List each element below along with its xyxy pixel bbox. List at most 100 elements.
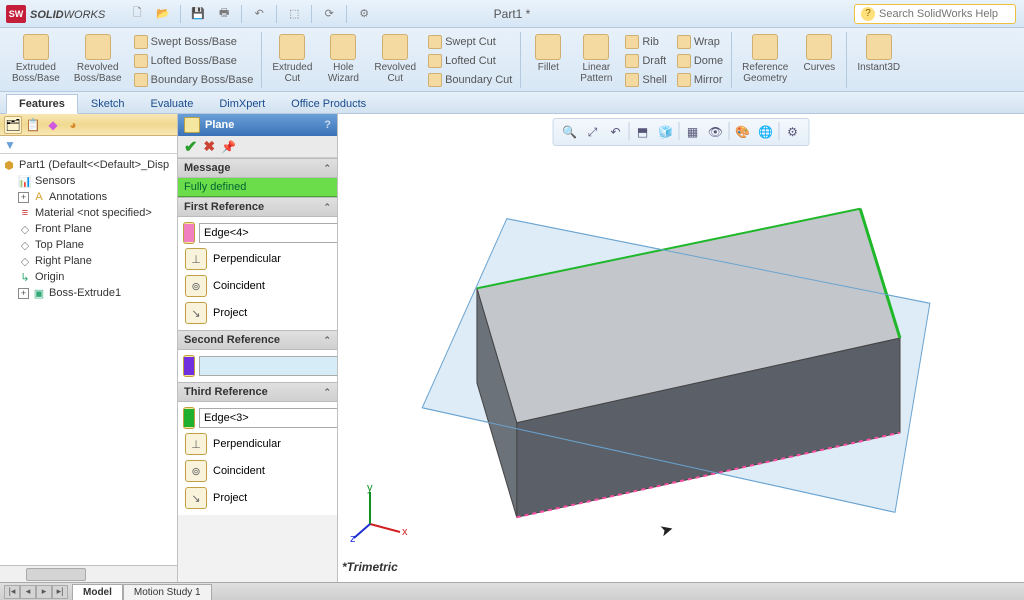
mirror-button[interactable]: Mirror	[677, 73, 723, 87]
appearance-icon[interactable]: 🎨	[733, 122, 753, 142]
wrap-button[interactable]: Wrap	[677, 35, 723, 49]
search-help-input[interactable]	[879, 8, 1009, 20]
tree-top-plane[interactable]: ◇Top Plane	[2, 237, 175, 253]
ref3-selection[interactable]	[183, 407, 332, 429]
graphics-viewport[interactable]: 🔍 ⤢ ↶ ⬒ 🧊 ▦ 👁 🎨 🌐 ⚙	[338, 114, 1024, 582]
draft-button[interactable]: Draft	[625, 54, 666, 68]
options-icon[interactable]: ⚙	[352, 3, 376, 25]
select-icon[interactable]: ⬚	[282, 3, 306, 25]
tab-features[interactable]: Features	[6, 94, 78, 114]
ref2-input[interactable]	[199, 356, 338, 376]
zoom-area-icon[interactable]: ⤢	[583, 122, 603, 142]
ref3-project[interactable]: ↘Project	[183, 486, 332, 510]
boundary-boss-button[interactable]: Boundary Boss/Base	[134, 73, 254, 87]
tree-root[interactable]: ⬢Part1 (Default<<Default>_Disp	[2, 157, 175, 173]
perp-icon: ⊥	[185, 433, 207, 455]
print-icon[interactable]: 🖶	[212, 3, 236, 25]
tree-material[interactable]: ≡Material <not specified>	[2, 205, 175, 221]
lofted-boss-button[interactable]: Lofted Boss/Base	[134, 54, 254, 68]
ref1-icon	[183, 222, 195, 244]
feature-tree[interactable]: ⬢Part1 (Default<<Default>_Disp 📊Sensors …	[0, 154, 177, 565]
tree-front-plane[interactable]: ◇Front Plane	[2, 221, 175, 237]
rib-button[interactable]: Rib	[625, 35, 666, 49]
ref3-coincident[interactable]: ⊚Coincident	[183, 459, 332, 483]
tab-dimxpert[interactable]: DimXpert	[206, 94, 278, 113]
curves-button[interactable]: Curves	[796, 32, 842, 75]
ok-icon[interactable]: ✔	[184, 137, 197, 157]
tab-office-products[interactable]: Office Products	[278, 94, 379, 113]
tab-sketch[interactable]: Sketch	[78, 94, 138, 113]
extruded-cut-button[interactable]: Extruded Cut	[266, 32, 318, 86]
boundary-cut-button[interactable]: Boundary Cut	[428, 73, 512, 87]
display-style-icon[interactable]: ▦	[683, 122, 703, 142]
pm-ref3-header[interactable]: Third Reference⌃	[178, 382, 337, 402]
dome-button[interactable]: Dome	[677, 54, 723, 68]
tree-boss-extrude[interactable]: +▣Boss-Extrude1	[2, 285, 175, 301]
ref1-perpendicular[interactable]: ⊥Perpendicular	[183, 247, 332, 271]
open-icon[interactable]: 📂	[151, 3, 175, 25]
ref3-icon	[183, 407, 195, 429]
ref3-input[interactable]	[199, 408, 338, 428]
ref1-coincident[interactable]: ⊚Coincident	[183, 274, 332, 298]
property-manager-panel: Plane ? ✔ ✖ 📌 Message⌃ Fully defined Fir…	[178, 114, 338, 582]
rebuild-icon[interactable]: ⟳	[317, 3, 341, 25]
swept-cut-button[interactable]: Swept Cut	[428, 35, 512, 49]
revolved-boss-button[interactable]: Revolved Boss/Base	[68, 32, 128, 86]
svg-text:y: y	[367, 484, 373, 494]
view-settings-icon[interactable]: ⚙	[783, 122, 803, 142]
bottom-tab-motion[interactable]: Motion Study 1	[123, 584, 212, 600]
revolved-cut-button[interactable]: Revolved Cut	[368, 32, 422, 86]
last-tab-icon[interactable]: ▸|	[52, 585, 68, 599]
next-tab-icon[interactable]: ▸	[36, 585, 52, 599]
shell-button[interactable]: Shell	[625, 73, 666, 87]
search-help[interactable]: ?	[854, 4, 1016, 24]
fm-tab-tree-icon[interactable]: 🗂	[4, 116, 22, 134]
view-orient-icon[interactable]: 🧊	[656, 122, 676, 142]
pm-message-header[interactable]: Message⌃	[178, 158, 337, 178]
hide-show-icon[interactable]: 👁	[706, 122, 726, 142]
fm-tab-property-icon[interactable]: 📋	[24, 116, 42, 134]
fm-hscroll[interactable]	[0, 565, 177, 582]
swept-boss-button[interactable]: Swept Boss/Base	[134, 35, 254, 49]
document-title: Part1 *	[494, 7, 531, 21]
ref2-selection[interactable]	[183, 355, 332, 377]
tree-sensors[interactable]: 📊Sensors	[2, 173, 175, 189]
pm-ref2-header[interactable]: Second Reference⌃	[178, 330, 337, 350]
ref-geometry-button[interactable]: Reference Geometry	[736, 32, 794, 86]
model-render	[338, 144, 1024, 582]
tab-evaluate[interactable]: Evaluate	[138, 94, 207, 113]
coinc-icon: ⊚	[185, 460, 207, 482]
prev-view-icon[interactable]: ↶	[606, 122, 626, 142]
save-icon[interactable]: 💾	[186, 3, 210, 25]
fm-tab-dim-icon[interactable]: ◕	[64, 116, 82, 134]
linear-pattern-button[interactable]: Linear Pattern	[573, 32, 619, 86]
ref3-perpendicular[interactable]: ⊥Perpendicular	[183, 432, 332, 456]
pin-icon[interactable]: 📌	[221, 140, 236, 154]
section-view-icon[interactable]: ⬒	[633, 122, 653, 142]
cancel-icon[interactable]: ✖	[203, 138, 215, 155]
ref1-input[interactable]	[199, 223, 338, 243]
hole-wizard-button[interactable]: Hole Wizard	[320, 32, 366, 86]
fillet-button[interactable]: Fillet	[525, 32, 571, 75]
bottom-tab-nav[interactable]: |◂ ◂ ▸ ▸|	[4, 585, 68, 599]
prev-tab-icon[interactable]: ◂	[20, 585, 36, 599]
tree-right-plane[interactable]: ◇Right Plane	[2, 253, 175, 269]
fm-tab-config-icon[interactable]: ◆	[44, 116, 62, 134]
lofted-cut-button[interactable]: Lofted Cut	[428, 54, 512, 68]
bottom-tab-model[interactable]: Model	[72, 584, 123, 600]
fm-filter-icon[interactable]: ▼	[0, 136, 177, 154]
scene-icon[interactable]: 🌐	[756, 122, 776, 142]
pm-ref1-header[interactable]: First Reference⌃	[178, 197, 337, 217]
proj-icon: ↘	[185, 302, 207, 324]
instant3d-button[interactable]: Instant3D	[851, 32, 906, 75]
pm-help-icon[interactable]: ?	[324, 119, 331, 131]
tree-annotations[interactable]: +AAnnotations	[2, 189, 175, 205]
undo-icon[interactable]: ↶	[247, 3, 271, 25]
ref1-selection[interactable]	[183, 222, 332, 244]
zoom-fit-icon[interactable]: 🔍	[560, 122, 580, 142]
tree-origin[interactable]: ↳Origin	[2, 269, 175, 285]
ref1-project[interactable]: ↘Project	[183, 301, 332, 325]
first-tab-icon[interactable]: |◂	[4, 585, 20, 599]
new-icon[interactable]: 🗋	[125, 3, 149, 25]
extruded-boss-button[interactable]: Extruded Boss/Base	[6, 32, 66, 86]
